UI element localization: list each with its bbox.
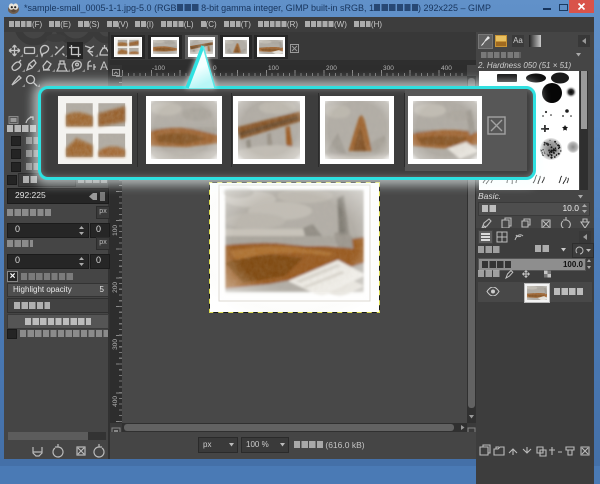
svg-text:A: A (100, 59, 108, 73)
